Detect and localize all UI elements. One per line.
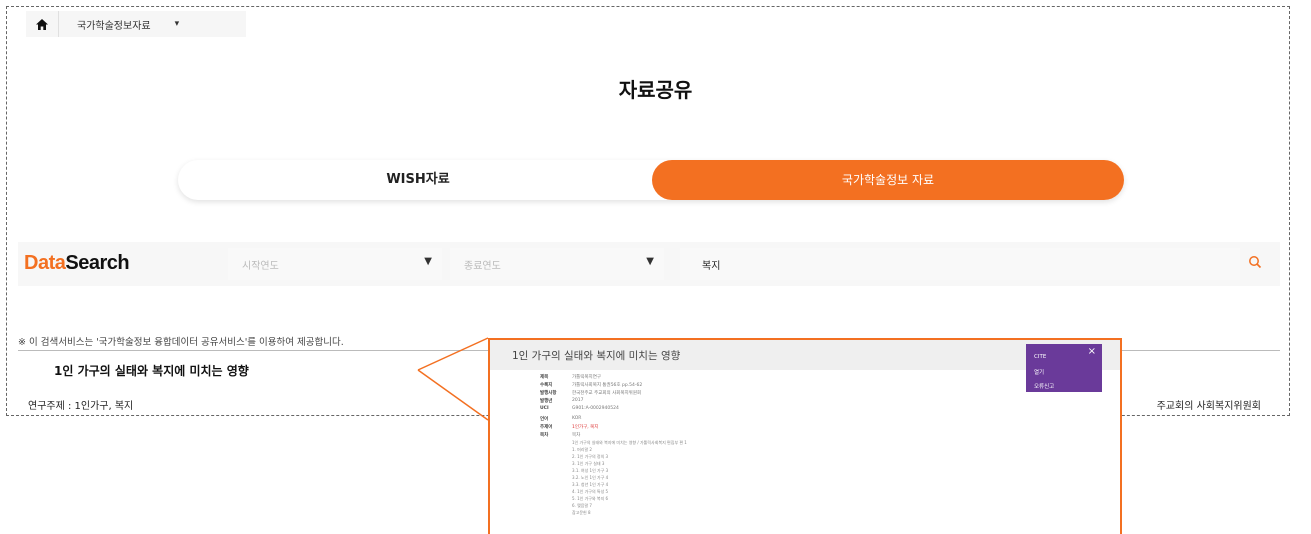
- popup-title: 1인 가구의 실태와 복지에 미치는 영향: [512, 350, 681, 362]
- toc-line: 3.1. 여성 1인 가구 3: [572, 468, 609, 473]
- detail-popup: 1인 가구의 실태와 복지에 미치는 영향 × CITE 열기 오류신고 제목 가…: [488, 338, 1122, 534]
- menu-item-cite[interactable]: CITE: [1034, 354, 1046, 360]
- toc-line: 5. 1인 가구와 복지 6: [572, 496, 609, 501]
- menu-item-open[interactable]: 열기: [1034, 368, 1044, 376]
- close-icon[interactable]: ×: [1088, 346, 1096, 357]
- toc-line: 3. 1인 가구 실태 3: [572, 461, 605, 466]
- menu-item-report[interactable]: 오류신고: [1034, 382, 1054, 390]
- toc-line: 4. 1인 가구의 특성 5: [572, 489, 609, 494]
- popup-menu: × CITE 열기 오류신고: [1026, 344, 1102, 392]
- toc-line: 2. 1인 가구의 정의 3: [572, 454, 609, 459]
- toc-line: 1. 머리말 2: [572, 447, 592, 452]
- toc-line: 3.2. 노인 1인 가구 4: [572, 475, 609, 480]
- toc-line: 6. 맺음말 7: [572, 503, 592, 508]
- toc-line: 참고문헌 8: [572, 510, 591, 515]
- toc-line: 1인 가구의 실태와 복지에 미치는 영향 / 가톨릭사회복지 편집부 편 1: [572, 440, 687, 445]
- toc-line: 3.3. 청년 1인 가구 4: [572, 482, 609, 487]
